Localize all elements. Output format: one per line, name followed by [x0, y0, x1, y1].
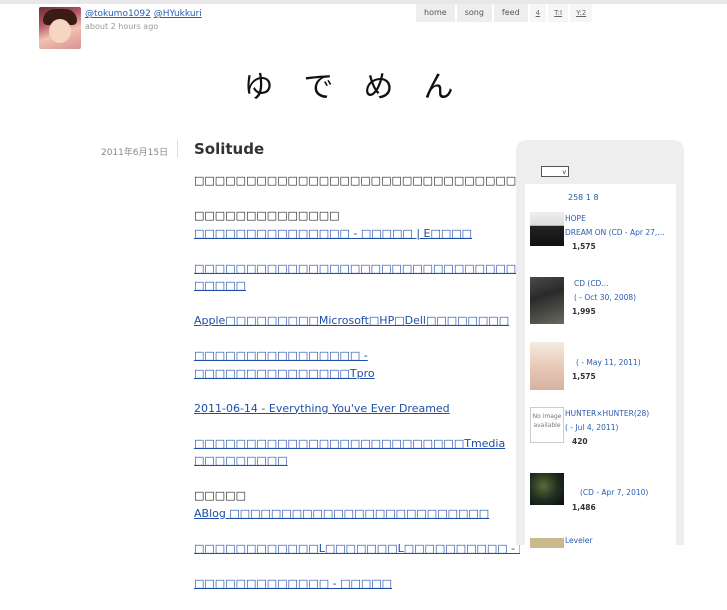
post-date: 2011年6月15日	[101, 148, 169, 158]
post-intro: □□□□□□□□□□□□□□□□□□□□□□□□□□□□□□□□	[194, 174, 527, 187]
product-title[interactable]: (CD - Apr 7, 2010)	[580, 486, 688, 500]
product-price: 1,575	[572, 372, 596, 381]
sidebar-select[interactable]: v	[541, 166, 569, 177]
site-title[interactable]: ゆでめん	[0, 62, 727, 106]
product-title[interactable]: Leveler	[565, 534, 673, 548]
top-nav: home song feed 4 T:I Y:2	[416, 4, 594, 22]
post-link-2b[interactable]: □□□□□	[194, 279, 246, 292]
product-image[interactable]	[530, 277, 564, 324]
product-image[interactable]	[530, 538, 564, 548]
section-heading-2: □□□□□	[194, 489, 246, 502]
twitter-users: @tokumo1092 @HYukkuri	[85, 9, 202, 19]
nav-feed[interactable]: feed	[493, 4, 528, 22]
post-link-7[interactable]: ABlog □□□□□□□□□□□□□□□□□□□□□□□□□	[194, 507, 489, 520]
post-link-8[interactable]: □□□□□□□□□□□□L□□□□□□□L□□□□□□□□□□ - □□□□□□…	[194, 540, 520, 558]
nav-extra-1[interactable]: 4	[529, 4, 547, 22]
product-image[interactable]	[530, 473, 564, 505]
post-link-5[interactable]: 2011-06-14 - Everything You've Ever Drea…	[194, 402, 450, 415]
avatar-face	[49, 19, 71, 43]
section-heading-1: □□□□□□□□□□□□□□	[194, 209, 340, 222]
date-divider	[177, 140, 178, 158]
nav-home[interactable]: home	[416, 4, 455, 22]
post-body: □□□□□□□□□□□□□□□□□□□□□□□□□□□□□□□□ □□□□□□□…	[194, 172, 527, 610]
post-link-2[interactable]: □□□□□□□□□□□□□□□□□□□□□□□□□□□□□□□□□ □□□□□□…	[194, 260, 520, 278]
product-title[interactable]: CD (CD...( - Oct 30, 2008)	[574, 277, 682, 305]
twitter-reply-link[interactable]: @HYukkuri	[154, 9, 202, 19]
product-price: 1,486	[572, 503, 596, 512]
product-price: 1,995	[572, 307, 596, 316]
nav-extra-3[interactable]: Y:2	[570, 4, 593, 22]
avatar[interactable]	[39, 7, 81, 49]
product-image[interactable]	[530, 212, 564, 246]
post-link-3[interactable]: Apple□□□□□□□□□Microsoft□HP□Dell□□□□□□□□	[194, 314, 509, 327]
product-title[interactable]: ( - May 11, 2011)	[576, 356, 684, 370]
product-price: 420	[572, 437, 588, 446]
post-link-9[interactable]: □□□□□□□□□□□□□ - □□□□□	[194, 577, 392, 590]
product-image[interactable]	[530, 342, 564, 390]
product-image-placeholder[interactable]: No image available	[530, 407, 564, 443]
product-title[interactable]: HOPE DREAM ON (CD - Apr 27,...	[565, 212, 673, 240]
post-title[interactable]: Solitude	[194, 140, 264, 158]
post-link-1[interactable]: □□□□□□□□□□□□□□□ - □□□□□ | E□□□□	[194, 227, 472, 240]
post-link-6[interactable]: □□□□□□□□□□□□□□□□□□□□□□□□□□Tmedia □□□□□□□…	[194, 437, 505, 468]
chevron-down-icon: v	[562, 169, 566, 176]
sidebar-count: 258 1 8	[568, 193, 599, 202]
top-bar	[0, 0, 727, 4]
post-link-4[interactable]: □□□□□□□□□□□□□□□□ - □□□□□□□□□□□□□□□Tpro	[194, 349, 375, 380]
nav-song[interactable]: song	[456, 4, 492, 22]
product-price: 1,575	[572, 242, 596, 251]
twitter-timestamp: about 2 hours ago	[85, 22, 159, 31]
nav-extra-2[interactable]: T:I	[548, 4, 569, 22]
product-title[interactable]: HUNTER×HUNTER(28)( - Jul 4, 2011)	[565, 407, 673, 435]
twitter-user-link[interactable]: @tokumo1092	[85, 9, 151, 19]
